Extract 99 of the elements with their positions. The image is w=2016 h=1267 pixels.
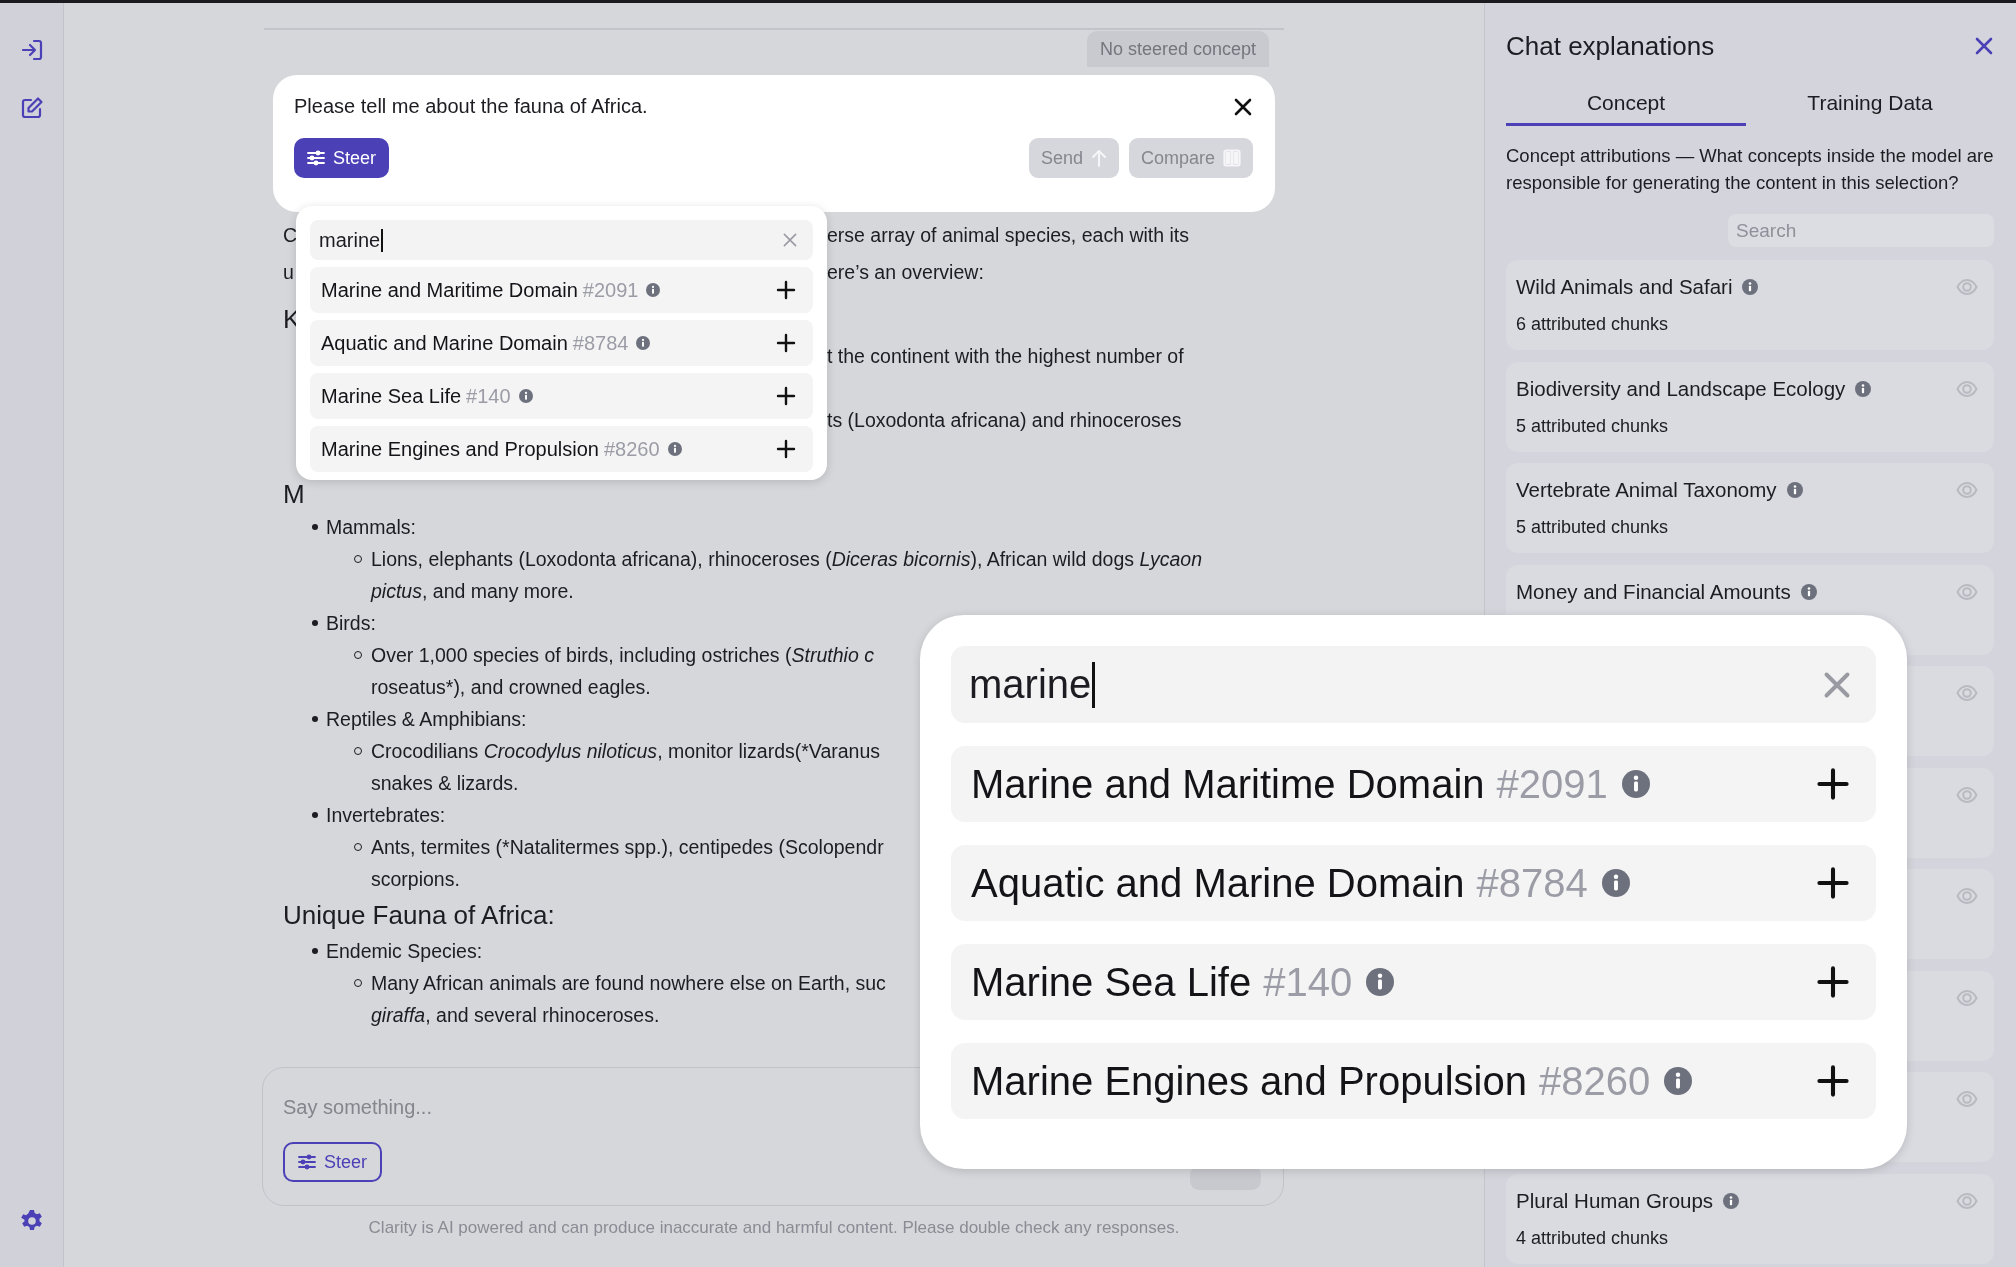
concept-name: Marine Engines and Propulsion — [321, 437, 599, 461]
heading-text: M — [283, 478, 305, 511]
concept-search-field[interactable]: marine — [310, 220, 813, 260]
info-icon[interactable] — [518, 389, 533, 403]
paragraph-text: t the continent with the highest number of — [827, 344, 1184, 369]
bullet — [312, 812, 318, 818]
chunk-count: 5 attributed chunks — [1516, 517, 1670, 539]
concept-card[interactable]: Biodiversity and Landscape Ecology 5 attributed chunks — [1506, 361, 1994, 452]
bullet — [312, 524, 318, 530]
concept-name: Marine Sea Life — [971, 959, 1252, 1005]
list-item-text: Birds: — [326, 611, 376, 636]
disclaimer-text: Clarity is AI powered and can produce inaccurate and harmful content. Please double check any responses. — [367, 1218, 1181, 1238]
concept-id: #140 — [466, 384, 511, 408]
plus-icon[interactable] — [776, 333, 796, 353]
plus-icon[interactable] — [776, 280, 796, 300]
concept-card[interactable]: Vertebrate Animal Taxonomy 5 attributed chunks — [1506, 463, 1994, 553]
concept-name: Vertebrate Animal Taxonomy — [1516, 478, 1777, 502]
concept-result[interactable]: Marine and Maritime Domain #2091 — [951, 746, 1876, 822]
chunk-count: 5 attributed chunks — [1516, 415, 1670, 438]
concept-result[interactable]: Marine and Maritime Domain #2091 — [310, 267, 813, 313]
arrow-up-icon — [1090, 149, 1107, 167]
concept-name: Marine Sea Life — [321, 384, 462, 408]
chunk-count: 6 attributed chunks — [1516, 314, 1670, 336]
info-icon[interactable] — [667, 442, 682, 456]
concept-result[interactable]: Aquatic and Marine Domain #8784 — [310, 320, 813, 366]
tab[interactable]: Concept — [1506, 88, 1746, 126]
info-icon[interactable] — [1742, 279, 1759, 295]
list-item-text: Endemic Species: — [326, 939, 483, 964]
edit-icon[interactable] — [19, 96, 44, 120]
list-item-text: Many African animals are found nowhere else on Earth, suc giraffa, and several rhinoceroses. — [371, 971, 886, 1028]
bullet — [312, 716, 318, 722]
info-icon[interactable] — [1723, 1192, 1740, 1209]
steer-button[interactable]: Steer — [294, 138, 390, 178]
concept-name: Biodiversity and Landscape Ecology — [1516, 376, 1846, 401]
concept-result[interactable]: Aquatic and Marine Domain #8784 — [951, 845, 1876, 921]
info-icon[interactable] — [646, 283, 661, 297]
list-item-text: Reptiles & Amphibians: — [326, 707, 527, 732]
list-item-text: Mammals: — [326, 515, 416, 540]
description-text: Concept attributions — What concepts inside the model are responsible for generating the content in this selection? — [1506, 144, 1994, 195]
info-icon[interactable] — [1786, 482, 1803, 498]
paragraph-text: ts (Loxodonta africana) and rhinoceroses — [827, 408, 1182, 433]
prompt-text: Please tell me about the fauna of Africa. — [294, 95, 648, 118]
panel-title: Chat explanations — [1506, 30, 1715, 62]
info-icon[interactable] — [636, 336, 651, 350]
info-icon[interactable] — [1601, 869, 1630, 897]
concept-name: Marine and Maritime Domain — [321, 278, 578, 302]
concept-search-field[interactable]: marine — [951, 646, 1876, 723]
bullet — [312, 620, 318, 626]
list-item-text: Crocodilians Crocodylus niloticus, monitor lizards(*Varanus snakes & lizards. — [371, 739, 880, 796]
sign-in-icon[interactable] — [19, 38, 44, 62]
concept-id: #2091 — [1496, 761, 1608, 807]
concept-result[interactable]: Marine Engines and Propulsion #8260 — [310, 426, 813, 472]
concept-name: Plural Human Groups — [1516, 1188, 1714, 1213]
sliders-icon — [307, 150, 325, 166]
tab[interactable]: Training Data — [1746, 88, 1994, 126]
concept-name: Money and Financial Amounts — [1516, 579, 1791, 604]
info-icon[interactable] — [1855, 380, 1872, 397]
concept-result[interactable]: Marine Sea Life #140 — [951, 944, 1876, 1020]
info-icon[interactable] — [1621, 770, 1650, 798]
paragraph-text: ere’s an overview: — [827, 260, 984, 285]
plus-icon[interactable] — [776, 439, 796, 459]
plus-icon[interactable] — [1816, 866, 1850, 900]
concept-id: #8784 — [572, 331, 629, 355]
plus-icon[interactable] — [1816, 965, 1850, 999]
paragraph-text: u — [283, 260, 294, 285]
close-icon[interactable] — [1233, 96, 1253, 117]
concept-id: #8784 — [1476, 860, 1588, 906]
placeholder-text: Say something... — [283, 1095, 433, 1120]
concept-id: #2091 — [582, 278, 639, 302]
concept-id: #140 — [1263, 959, 1353, 1005]
chunk-count: 4 attributed chunks — [1516, 1227, 1670, 1250]
list-item-text: Invertebrates: — [326, 803, 446, 828]
bullet — [312, 948, 318, 954]
concept-name: Wild Animals and Safari — [1516, 275, 1733, 299]
concept-result[interactable]: Marine Engines and Propulsion #8260 — [951, 1043, 1876, 1119]
info-icon[interactable] — [1800, 583, 1817, 600]
sliders-icon — [298, 1154, 316, 1170]
steer-button[interactable]: Steer — [283, 1142, 383, 1182]
list-item-text: Lions, elephants (Loxodonta africana), rhinoceroses (Diceras bicornis), African wild dogs Lycaon pictus, and many more. — [371, 547, 1202, 604]
concept-id: #8260 — [1538, 1058, 1651, 1104]
info-icon[interactable] — [1366, 968, 1395, 996]
concept-card[interactable]: Plural Human Groups 4 attributed chunks — [1506, 1173, 1994, 1264]
list-item-text: Ants, termites (*Natalitermes spp.), centipedes (Scolopendr scorpions. — [371, 835, 884, 892]
plus-icon[interactable] — [1816, 1064, 1850, 1098]
section-heading: Unique Fauna of Africa: — [282, 899, 556, 932]
columns-icon — [1223, 149, 1241, 167]
info-icon[interactable] — [1664, 1067, 1693, 1095]
concept-card[interactable]: Wild Animals and Safari 6 attributed chunks — [1506, 260, 1994, 350]
plus-icon[interactable] — [776, 386, 796, 406]
concept-name: Aquatic and Marine Domain — [971, 860, 1465, 906]
plus-icon[interactable] — [1816, 767, 1850, 801]
settings-icon[interactable] — [19, 1209, 44, 1233]
concept-id: #8260 — [603, 437, 660, 461]
concept-result[interactable]: Marine Sea Life #140 — [310, 373, 813, 419]
paragraph-text: C — [283, 223, 298, 248]
paragraph-text: erse array of animal species, each with its — [827, 223, 1189, 248]
list-item-text: Over 1,000 species of birds, including ostriches (Struthio c roseatus*), and crowned eagles. — [371, 643, 874, 700]
concept-name: Marine and Maritime Domain — [971, 761, 1485, 807]
concept-name: Aquatic and Marine Domain — [321, 331, 568, 355]
